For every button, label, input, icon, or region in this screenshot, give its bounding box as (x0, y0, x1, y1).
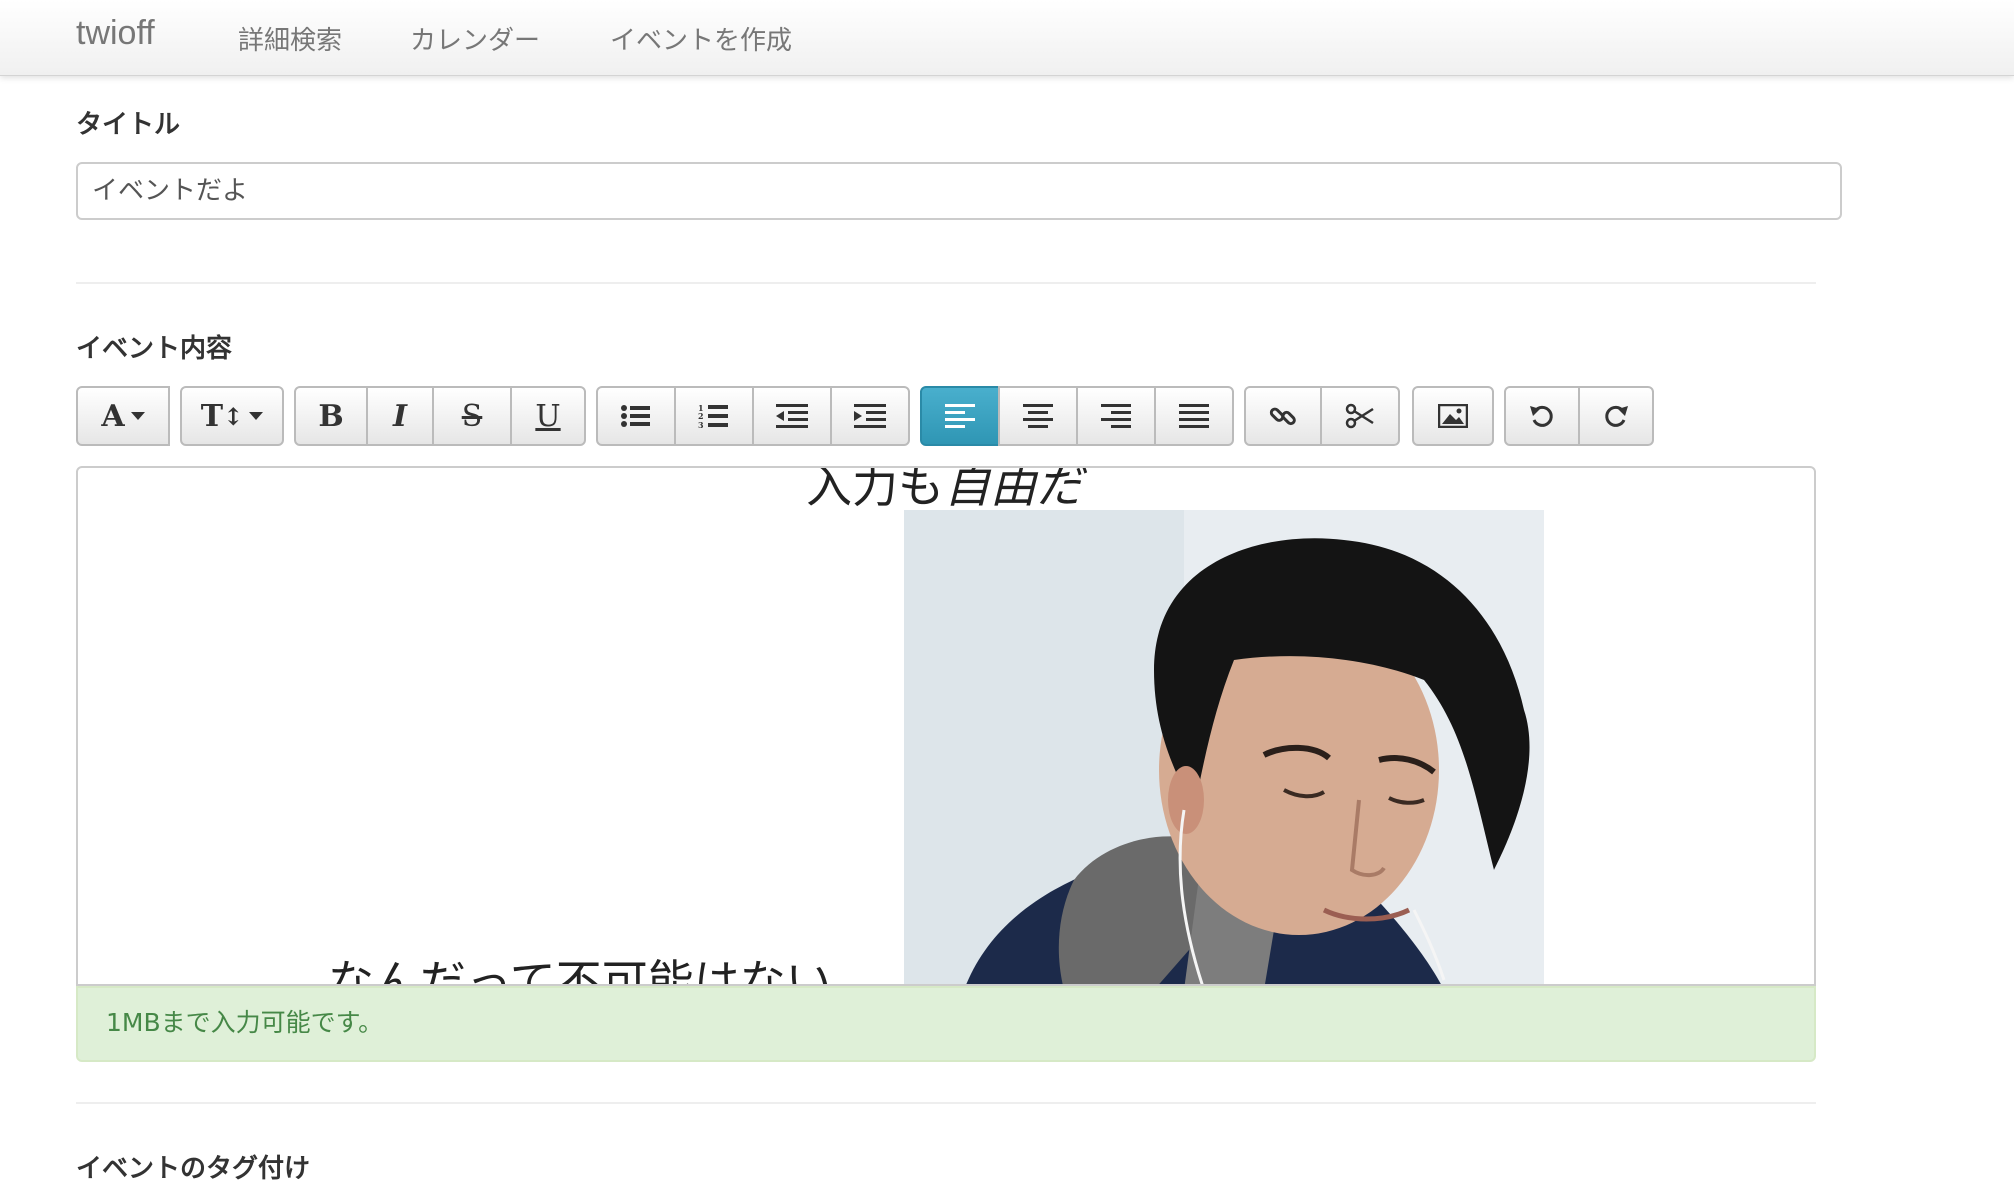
tags-label: イベントのタグ付け (76, 1154, 311, 1184)
link-button[interactable] (1244, 386, 1322, 446)
underline-button[interactable]: U (510, 386, 586, 446)
brand-logo[interactable]: twioff (76, 14, 155, 53)
outdent-button[interactable] (752, 386, 832, 446)
nav-calendar[interactable]: カレンダー (410, 20, 540, 57)
picture-icon (1438, 404, 1468, 428)
divider (76, 282, 1816, 284)
align-justify-icon (1179, 404, 1209, 428)
numbered-list-icon: 123 (698, 403, 728, 429)
text-height-icon: T (200, 398, 224, 434)
align-right-icon (1101, 404, 1131, 428)
editor-text-italic: 自由だ (944, 466, 1082, 513)
numbered-list-button[interactable]: 123 (674, 386, 754, 446)
strikethrough-button[interactable]: S (432, 386, 512, 446)
align-justify-button[interactable] (1154, 386, 1234, 446)
bullet-list-icon (621, 405, 650, 427)
editor-text-normal: 入力も (806, 466, 944, 513)
font-size-button[interactable]: T ↕ (180, 386, 284, 446)
align-left-button[interactable] (920, 386, 1000, 446)
indent-icon (854, 404, 886, 428)
title-input[interactable]: イベントだよ (76, 162, 1842, 220)
bullet-list-button[interactable] (596, 386, 676, 446)
unlink-button[interactable] (1320, 386, 1400, 446)
nav-create-event[interactable]: イベントを作成 (610, 20, 792, 57)
undo-button[interactable] (1504, 386, 1580, 446)
undo-icon (1530, 405, 1553, 427)
underline-icon: U (535, 398, 561, 434)
size-limit-alert: 1MBまで入力可能です。 (76, 986, 1816, 1062)
nav-advanced-search[interactable]: 詳細検索 (238, 20, 342, 57)
editor-text-line-2: なんだって不可能はない (328, 955, 832, 986)
align-center-button[interactable] (998, 386, 1078, 446)
svg-text:3: 3 (698, 420, 704, 429)
bold-icon: B (318, 398, 344, 434)
align-right-button[interactable] (1076, 386, 1156, 446)
redo-icon (1605, 405, 1628, 427)
redo-button[interactable] (1578, 386, 1654, 446)
italic-button[interactable]: I (366, 386, 434, 446)
bold-button[interactable]: B (294, 386, 368, 446)
font-button[interactable]: A (76, 386, 170, 446)
align-center-icon (1023, 404, 1053, 428)
person-photo-icon (904, 510, 1544, 984)
outdent-icon (776, 404, 808, 428)
strikethrough-icon: S (461, 398, 483, 434)
font-icon: A (101, 398, 125, 434)
scissors-icon (1345, 403, 1374, 429)
chevron-down-icon (130, 412, 145, 420)
content-label: イベント内容 (76, 334, 233, 364)
insert-image-button[interactable] (1412, 386, 1494, 446)
italic-icon: I (392, 398, 408, 434)
title-label: タイトル (76, 110, 181, 140)
indent-button[interactable] (830, 386, 910, 446)
divider (76, 1102, 1816, 1104)
align-left-icon (945, 404, 975, 428)
editor-text-line-1: 入力も自由だ (806, 466, 1082, 516)
rich-text-editor[interactable]: 入力も自由だ なんだって不可能はない (76, 466, 1816, 986)
chevron-down-icon (249, 412, 264, 420)
embedded-photo[interactable] (904, 510, 1544, 984)
navbar: twioff 詳細検索 カレンダー イベントを作成 (0, 0, 2014, 76)
link-icon (1269, 407, 1296, 426)
